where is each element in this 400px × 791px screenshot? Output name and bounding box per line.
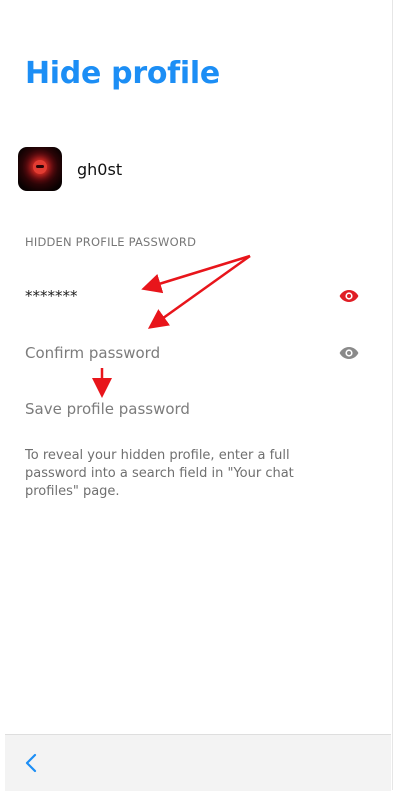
eye-icon [339,347,359,359]
back-button[interactable] [21,751,43,775]
avatar [18,147,62,191]
password-field[interactable]: ******* [25,283,361,309]
section-label-hidden-password: HIDDEN PROFILE PASSWORD [25,235,197,249]
eye-icon [339,290,359,302]
confirm-password-placeholder: Confirm password [25,344,161,362]
save-profile-password-button[interactable]: Save profile password [25,400,190,418]
page-title: Hide profile [25,56,220,91]
confirm-password-field[interactable]: Confirm password [25,340,361,366]
toggle-password-visibility-button[interactable] [337,284,361,308]
chevron-left-icon [25,753,37,773]
bottom-toolbar [5,734,391,791]
profile-name: gh0st [77,159,123,179]
help-text: To reveal your hidden profile, enter a f… [25,448,294,499]
profile-row: gh0st [18,147,122,191]
toggle-confirm-visibility-button[interactable] [337,341,361,365]
password-value: ******* [25,287,78,305]
avatar-skull-image [33,160,47,174]
hide-profile-screen: Hide profile gh0st HIDDEN PROFILE PASSWO… [5,0,393,791]
